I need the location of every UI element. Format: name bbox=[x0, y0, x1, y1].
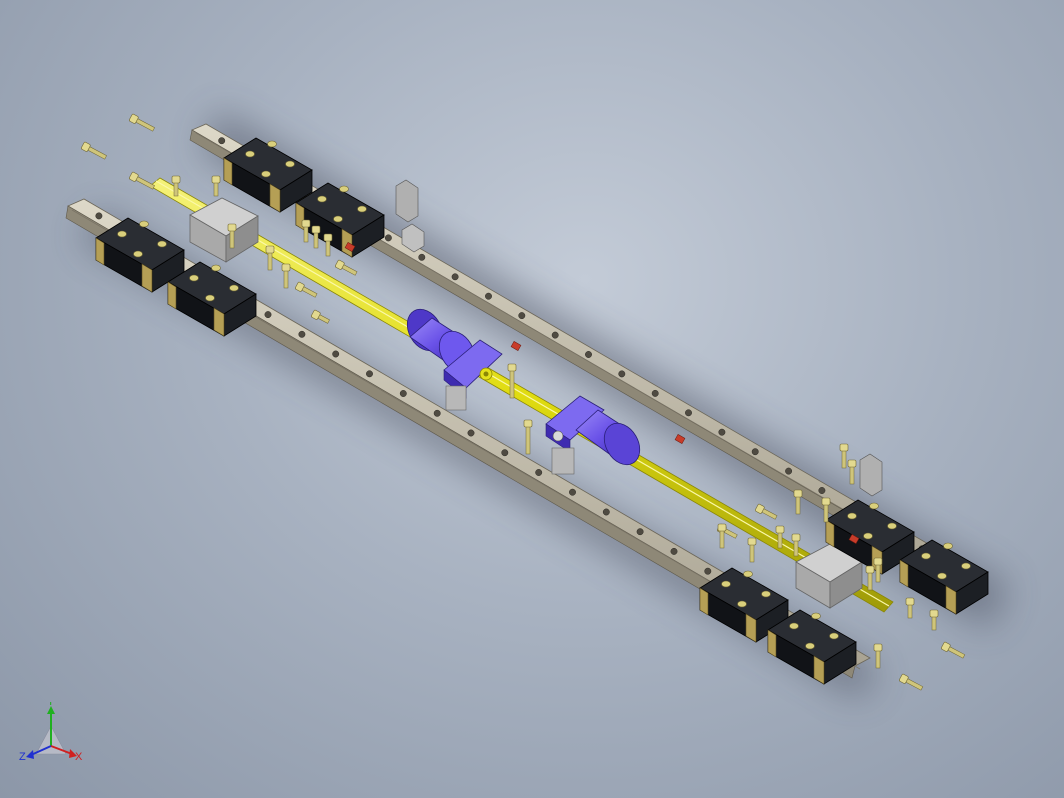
cap-screw bbox=[267, 140, 277, 148]
cap-screw bbox=[737, 600, 747, 608]
socket-head-bolt[interactable] bbox=[847, 459, 857, 485]
socket-head-bolt[interactable] bbox=[129, 113, 156, 133]
socket-head-bolt[interactable] bbox=[839, 443, 849, 469]
triad-z-label: Z bbox=[19, 751, 26, 763]
rail-hole bbox=[602, 508, 610, 516]
rail-hole bbox=[718, 428, 726, 436]
cap-screw bbox=[205, 294, 215, 302]
rail-hole bbox=[618, 370, 626, 378]
cap-screw bbox=[743, 570, 753, 578]
socket-head-bolt[interactable] bbox=[941, 641, 966, 660]
rail-hole bbox=[384, 234, 392, 242]
socket-head-bolt[interactable] bbox=[873, 643, 883, 669]
cap-screw bbox=[157, 240, 167, 248]
socket-head-bolt[interactable] bbox=[311, 309, 331, 326]
view-orientation-triad[interactable]: Y X Z bbox=[18, 702, 88, 772]
rail-hole bbox=[535, 469, 543, 476]
cap-screw bbox=[333, 215, 343, 223]
cap-screw bbox=[211, 264, 221, 272]
cap-screw bbox=[869, 502, 879, 510]
rail-hole bbox=[332, 350, 340, 358]
rail-hole bbox=[399, 390, 407, 397]
socket-head-bolt[interactable] bbox=[523, 419, 533, 455]
socket-head-bolt[interactable] bbox=[905, 597, 915, 619]
cap-screw bbox=[229, 284, 239, 292]
rail-hole bbox=[704, 567, 712, 575]
triad-x-label: X bbox=[75, 751, 83, 763]
cap-screw bbox=[339, 185, 349, 193]
cap-screw bbox=[847, 512, 857, 520]
cap-screw bbox=[721, 580, 731, 588]
rail-hole bbox=[818, 487, 826, 494]
rail-hole bbox=[569, 488, 576, 496]
cad-3d-viewport[interactable]: Y X Z bbox=[0, 0, 1064, 798]
socket-head-bolt[interactable] bbox=[265, 245, 275, 271]
cap-screw bbox=[943, 542, 953, 550]
cap-screw bbox=[961, 562, 971, 570]
socket-head-bolt[interactable] bbox=[211, 175, 221, 197]
rail-hole bbox=[518, 312, 526, 320]
cap-screw bbox=[829, 632, 839, 640]
socket-head-bolt[interactable] bbox=[129, 171, 156, 191]
cap-screw bbox=[805, 642, 815, 650]
cap-screw bbox=[189, 274, 199, 282]
l-bracket-right[interactable] bbox=[859, 453, 883, 497]
rail-hole bbox=[366, 370, 373, 378]
rail-hole bbox=[585, 351, 592, 358]
z-axis-arrow-icon bbox=[26, 750, 34, 759]
rail-hole bbox=[433, 409, 441, 417]
socket-head-bolt[interactable] bbox=[747, 537, 757, 563]
cap-screw bbox=[317, 195, 327, 203]
rail-hole bbox=[95, 212, 103, 220]
socket-head-bolt[interactable] bbox=[929, 609, 939, 631]
cap-screw bbox=[937, 572, 947, 580]
rail-hole bbox=[418, 253, 426, 261]
cap-screw bbox=[285, 160, 295, 168]
socket-head-bolt[interactable] bbox=[717, 523, 727, 549]
rail-hole bbox=[651, 389, 659, 397]
rail-hole bbox=[551, 331, 559, 339]
cap-screw bbox=[789, 622, 799, 630]
socket-head-bolt[interactable] bbox=[295, 281, 318, 299]
cap-screw bbox=[357, 205, 367, 213]
cap-screw bbox=[245, 150, 255, 158]
cap-screw bbox=[761, 590, 771, 598]
rail-hole bbox=[467, 429, 475, 437]
cap-screw bbox=[921, 552, 931, 560]
socket-head-bolt[interactable] bbox=[865, 565, 875, 591]
rail-hole bbox=[451, 273, 459, 281]
rail-hole bbox=[298, 330, 306, 338]
socket-head-bolt[interactable] bbox=[899, 673, 924, 692]
cap-screw bbox=[261, 170, 271, 178]
nut-bracket bbox=[445, 385, 467, 411]
socket-head-bolt[interactable] bbox=[335, 259, 358, 277]
rail-hole bbox=[685, 409, 692, 417]
rail-hole bbox=[218, 137, 226, 145]
cap-screw bbox=[863, 532, 873, 540]
socket-head-bolt[interactable] bbox=[81, 141, 108, 161]
cap-screw bbox=[887, 522, 897, 530]
socket-head-bolt[interactable] bbox=[281, 263, 291, 289]
socket-head-bolt[interactable] bbox=[755, 503, 778, 521]
cap-screw bbox=[117, 230, 127, 238]
cap-screw bbox=[139, 220, 149, 228]
rail-hole bbox=[636, 528, 644, 536]
assembly-scene[interactable] bbox=[0, 0, 1064, 798]
cap-screw bbox=[811, 612, 821, 620]
triad-y-label: Y bbox=[47, 702, 55, 708]
cap-screw bbox=[133, 250, 143, 258]
rail-hole bbox=[785, 467, 793, 475]
rail-hole bbox=[264, 311, 272, 319]
rail-hole bbox=[751, 448, 759, 456]
rail-hole bbox=[501, 449, 509, 457]
nut-bracket bbox=[551, 447, 575, 475]
rail-hole bbox=[485, 292, 492, 300]
rail-hole bbox=[670, 547, 678, 555]
